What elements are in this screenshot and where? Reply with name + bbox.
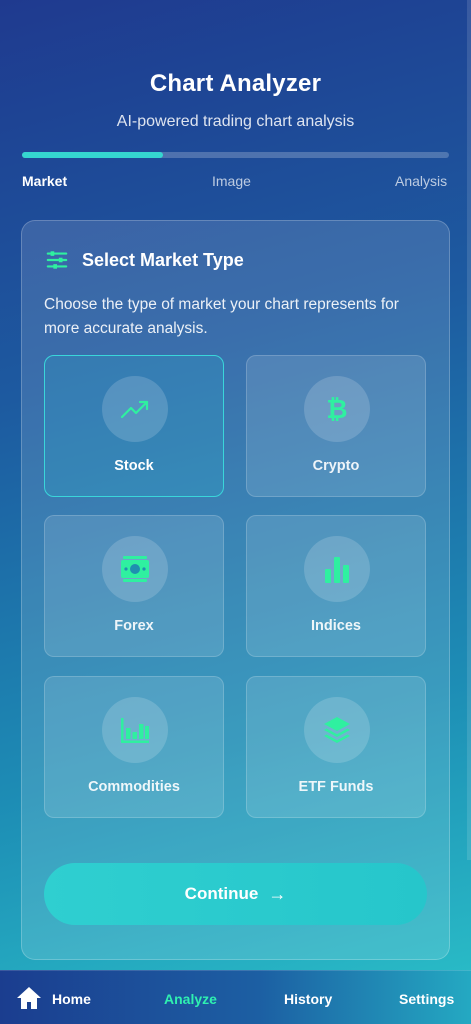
market-option-stock[interactable]: Stock [44,355,224,497]
nav-home[interactable]: Home [52,991,91,1007]
option-label: Forex [114,618,154,634]
continue-label: Continue [184,884,259,903]
page-subtitle: AI-powered trading chart analysis [116,113,355,130]
market-type-card: Select Market Type Choose the type of ma… [21,220,450,960]
market-option-indices[interactable]: Indices [246,515,426,657]
step-market: Market [22,173,68,189]
nav-analyze[interactable]: Analyze [164,991,217,1007]
trending-up-icon [120,400,149,419]
market-option-etf-funds[interactable]: ETF Funds [246,676,426,818]
nav-settings[interactable]: Settings [399,991,454,1007]
option-label: Commodities [88,779,180,795]
page-title: Chart Analyzer [149,70,322,97]
card-description: Choose the type of market your chart rep… [44,296,399,337]
bottom-nav: Home Analyze History Settings [0,970,471,1024]
svg-text:₿: ₿ [326,395,347,425]
progress-fill [22,152,163,158]
arrow-right-icon: → [268,883,287,904]
market-option-commodities[interactable]: Commodities [44,676,224,818]
option-label: ETF Funds [298,779,374,795]
money-bill-icon [121,556,149,582]
nav-history[interactable]: History [284,991,332,1007]
card-header: Select Market Type [46,249,244,271]
bitcoin-icon: ₿ [326,395,347,425]
bar-chart-icon [325,557,349,583]
card-title: Select Market Type [82,249,244,270]
option-label: Stock [114,458,154,474]
option-label: Indices [311,618,361,634]
market-option-crypto[interactable]: ₿ Crypto [246,355,426,497]
option-label: Crypto [312,458,360,474]
sliders-icon [46,251,68,269]
step-analysis: Analysis [395,173,448,189]
market-option-forex[interactable]: Forex [44,515,224,657]
chart-bars-icon [121,718,149,743]
step-image: Image [212,173,251,189]
progress-bar [22,152,449,158]
layers-icon [324,717,350,743]
continue-button[interactable]: Continue → [44,863,427,925]
home-icon[interactable] [16,986,42,1010]
